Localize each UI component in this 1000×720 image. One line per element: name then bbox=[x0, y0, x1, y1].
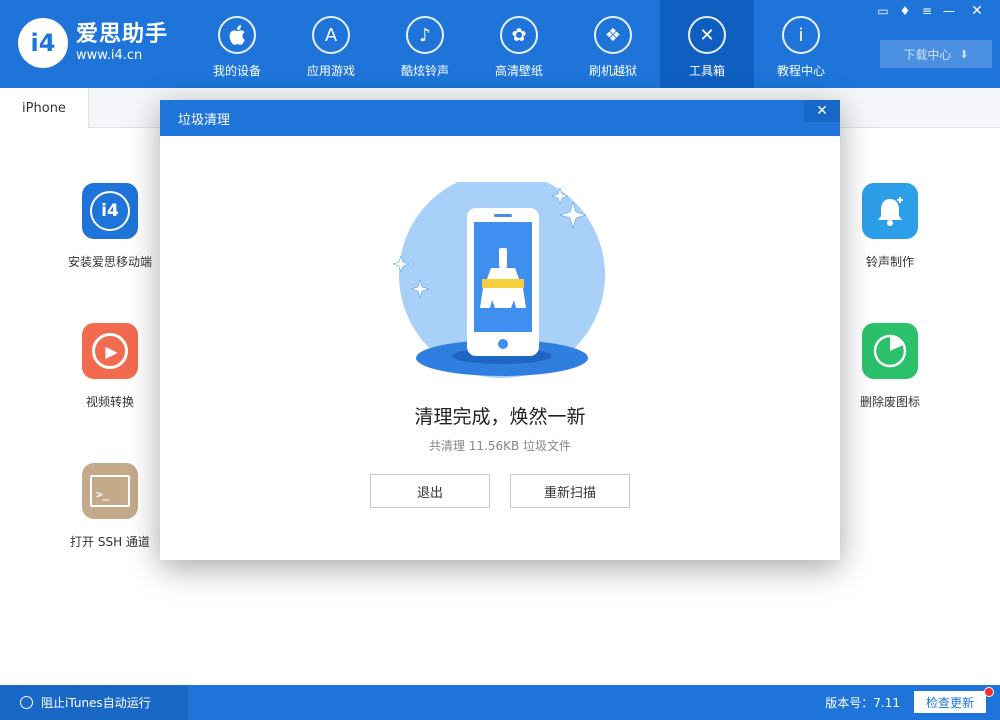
status-bar: 阻止iTunes自动运行 版本号：7.11 检查更新 bbox=[0, 685, 1000, 720]
circle-icon bbox=[20, 696, 33, 709]
skin-icon[interactable]: ♦ bbox=[894, 2, 916, 20]
download-center-label: 下载中心 bbox=[903, 47, 952, 62]
rescan-button[interactable]: 重新扫描 bbox=[510, 474, 630, 508]
flower-icon: ✿ bbox=[500, 16, 538, 54]
bell-plus-icon bbox=[862, 183, 918, 239]
app-store-icon: A bbox=[312, 16, 350, 54]
nav-label: 刷机越狱 bbox=[588, 64, 637, 78]
block-itunes-toggle[interactable]: 阻止iTunes自动运行 bbox=[0, 685, 188, 720]
main-nav: 我的设备 A 应用游戏 ♪ 酷炫铃声 ✿ 高清壁纸 ❖ 刷机越狱 ✕ 工具箱 i 教程中心 bbox=[190, 0, 848, 88]
result-subtitle: 共清理 11.56KB 垃圾文件 bbox=[428, 439, 572, 453]
tool-label: 打开 SSH 通道 bbox=[70, 535, 150, 549]
app-title: 爱思助手 bbox=[76, 22, 169, 47]
nav-item-6[interactable]: i 教程中心 bbox=[754, 0, 848, 88]
pie-chart-icon bbox=[862, 323, 918, 379]
app-logo[interactable]: i4 爱思助手 www.i4.cn bbox=[18, 18, 168, 68]
nav-item-0[interactable]: 我的设备 bbox=[190, 0, 284, 88]
clean-phone-illustration bbox=[392, 182, 605, 378]
tool-ssh[interactable]: >_ 打开 SSH 通道 bbox=[55, 463, 165, 550]
i4-app-icon: i4 bbox=[82, 183, 138, 239]
dialog-header: 垃圾清理 ✕ bbox=[160, 100, 840, 136]
tab-iphone[interactable]: iPhone bbox=[0, 88, 89, 128]
tool-install-mobile[interactable]: i4 安装爱思移动端 bbox=[55, 183, 165, 270]
terminal-icon: >_ bbox=[82, 463, 138, 519]
download-center-button[interactable]: 下载中心 ⬇ bbox=[880, 40, 992, 68]
nav-label: 高清壁纸 bbox=[494, 64, 543, 78]
nav-label: 教程中心 bbox=[776, 64, 825, 78]
close-icon: ✕ bbox=[816, 103, 828, 119]
nav-label: 酷炫铃声 bbox=[400, 64, 449, 78]
nav-label: 我的设备 bbox=[212, 64, 261, 78]
dialog-title: 垃圾清理 bbox=[178, 112, 231, 128]
check-update-button[interactable]: 检查更新 bbox=[914, 691, 986, 713]
app-url: www.i4.cn bbox=[76, 48, 143, 63]
i4-logo-icon: i4 bbox=[18, 18, 68, 68]
info-icon: i bbox=[782, 16, 820, 54]
tool-delete-icon[interactable]: 删除废图标 bbox=[835, 323, 945, 410]
version-label: 版本号：7.11 bbox=[825, 696, 900, 710]
tool-video-convert[interactable]: ▶ 视频转换 bbox=[55, 323, 165, 410]
feedback-icon[interactable]: ▭ bbox=[872, 2, 894, 20]
nav-label: 应用游戏 bbox=[306, 64, 355, 78]
tool-label: 视频转换 bbox=[85, 395, 134, 409]
block-itunes-label: 阻止iTunes自动运行 bbox=[41, 696, 151, 710]
nav-item-3[interactable]: ✿ 高清壁纸 bbox=[472, 0, 566, 88]
bell-icon: ♪ bbox=[406, 16, 444, 54]
tool-label: 铃声制作 bbox=[865, 255, 914, 269]
nav-item-5[interactable]: ✕ 工具箱 bbox=[660, 0, 754, 88]
play-icon: ▶ bbox=[82, 323, 138, 379]
menu-icon[interactable]: ≡ bbox=[916, 2, 938, 20]
window-controls: ▭ ♦ ≡ — ✕ bbox=[872, 2, 994, 20]
tool-label: 安装爱思移动端 bbox=[67, 255, 152, 269]
nav-item-1[interactable]: A 应用游戏 bbox=[284, 0, 378, 88]
result-title: 清理完成，焕然一新 bbox=[414, 406, 586, 428]
tool-label: 删除废图标 bbox=[859, 395, 920, 409]
minimize-icon[interactable]: — bbox=[938, 2, 960, 20]
apple-icon bbox=[218, 16, 256, 54]
nav-item-4[interactable]: ❖ 刷机越狱 bbox=[566, 0, 660, 88]
app-header: i4 爱思助手 www.i4.cn 我的设备 A 应用游戏 ♪ 酷炫铃声 ✿ 高清壁纸 ❖ 刷机… bbox=[0, 0, 1000, 88]
nav-item-2[interactable]: ♪ 酷炫铃声 bbox=[378, 0, 472, 88]
update-badge bbox=[984, 687, 994, 697]
tools-icon: ✕ bbox=[688, 16, 726, 54]
exit-button[interactable]: 退出 bbox=[370, 474, 490, 508]
close-window-icon[interactable]: ✕ bbox=[960, 2, 994, 20]
nav-label: 工具箱 bbox=[688, 64, 725, 78]
junk-clean-dialog: 垃圾清理 ✕ 清理完成，焕然一新 共清理 11.56KB 垃圾文件 退出 重新扫… bbox=[160, 100, 840, 560]
download-icon: ⬇ bbox=[959, 47, 969, 61]
tool-ringtone[interactable]: 铃声制作 bbox=[835, 183, 945, 270]
dropbox-icon: ❖ bbox=[594, 16, 632, 54]
dialog-close-button[interactable]: ✕ bbox=[804, 100, 840, 122]
